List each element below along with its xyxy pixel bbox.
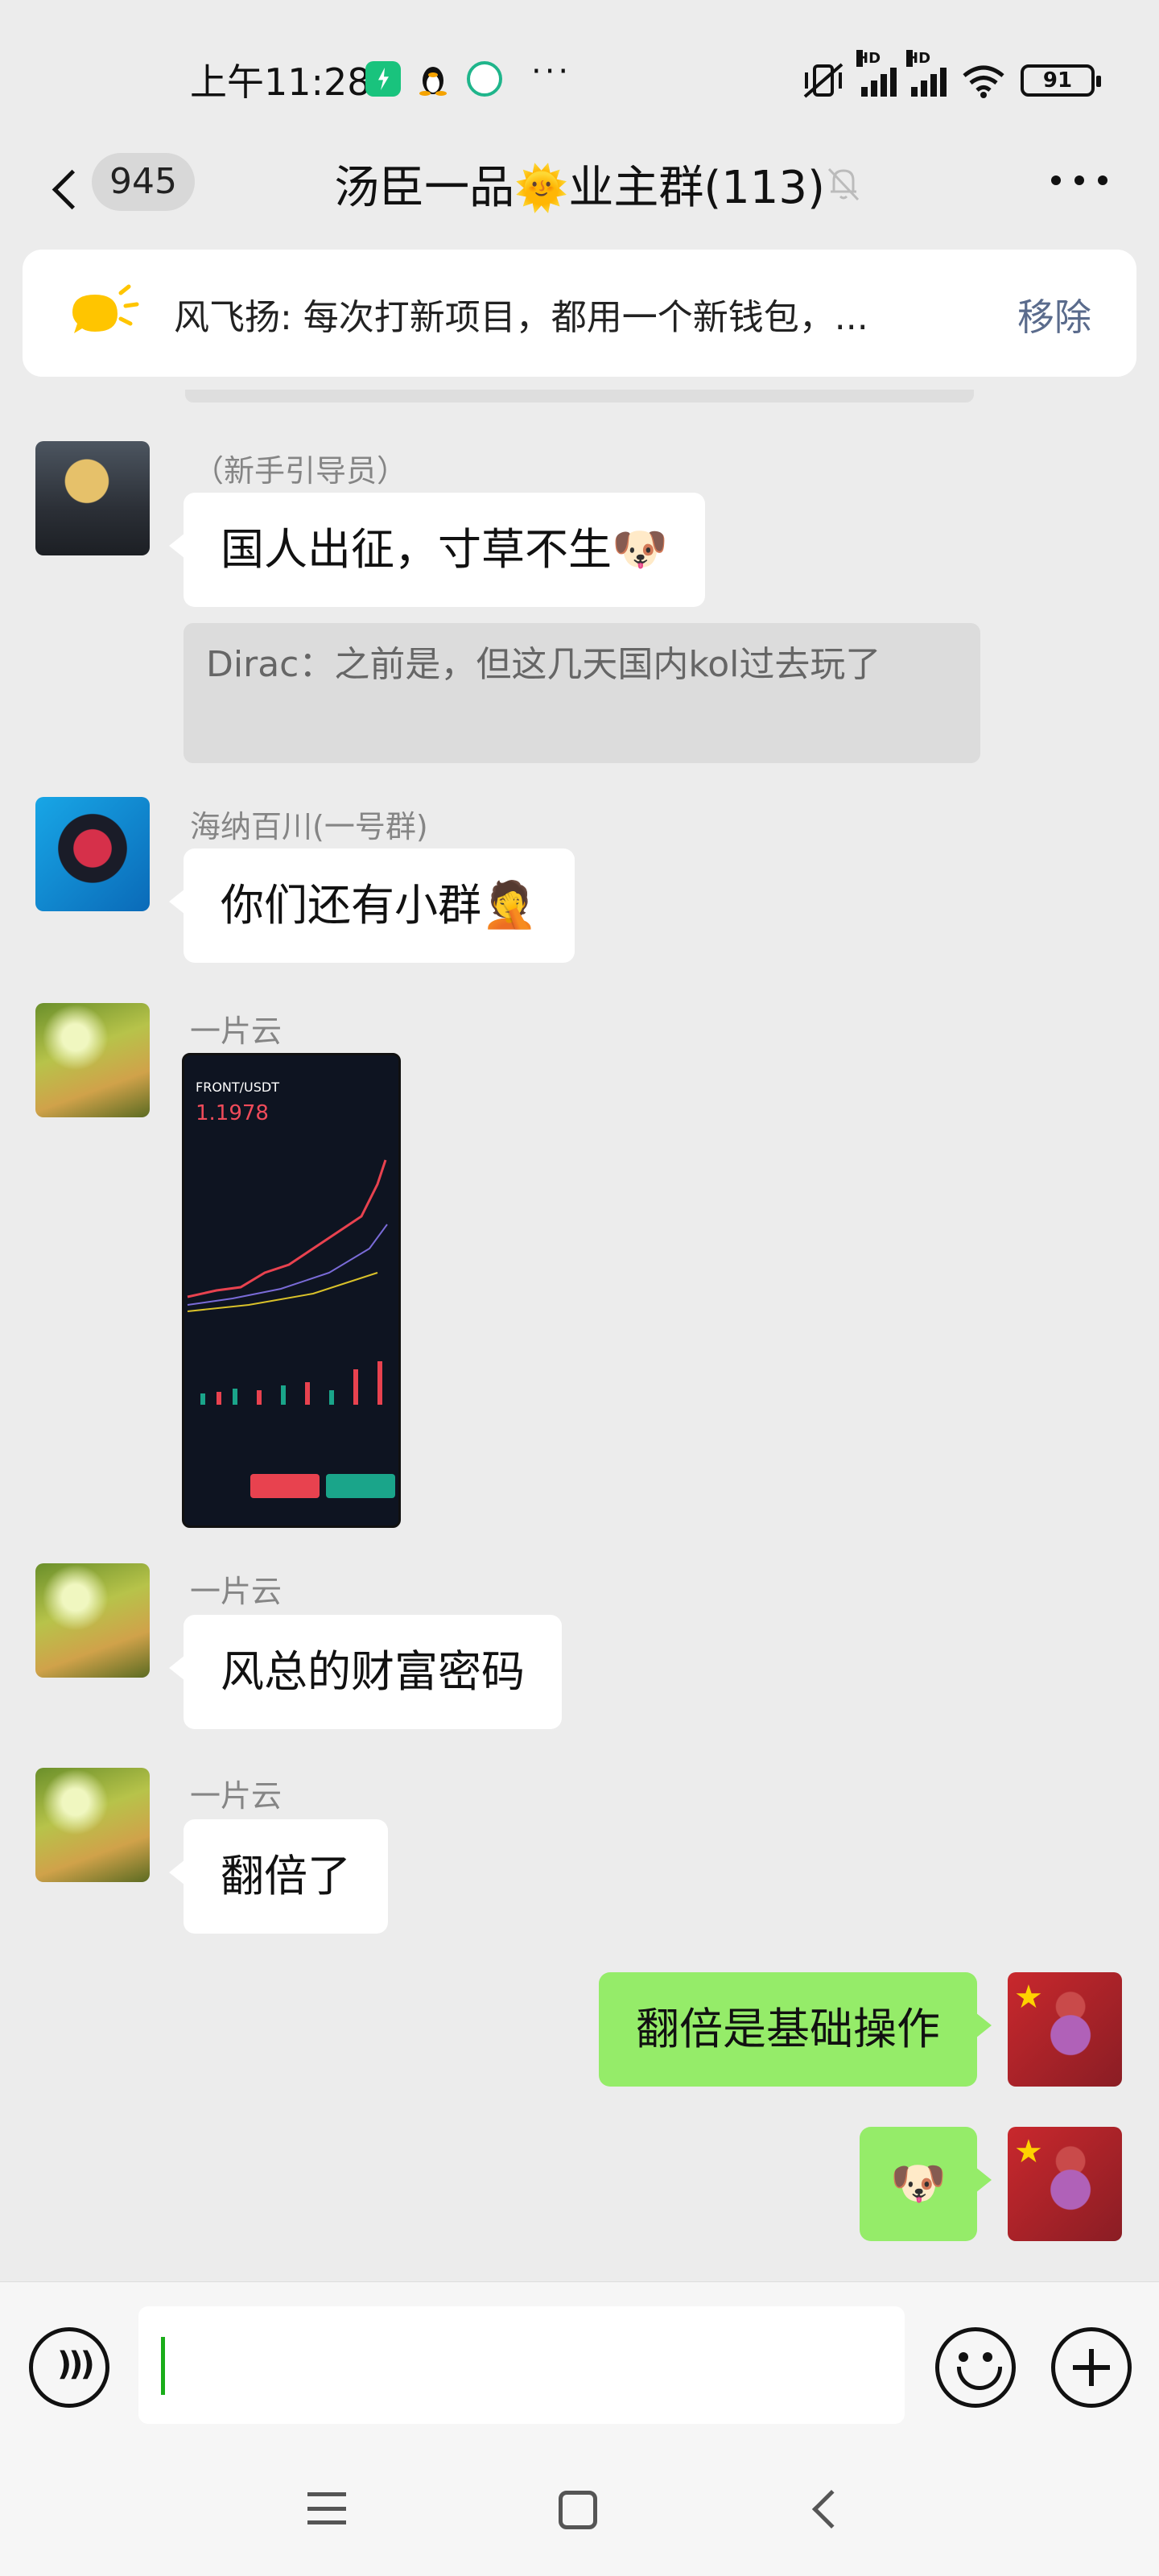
avatar[interactable]	[35, 441, 150, 555]
pinned-notice[interactable]: 风飞扬: 每次打新项目，都用一个新钱包，... 移除	[23, 250, 1136, 377]
status-indicators: HD HD 91	[800, 50, 1101, 105]
avatar[interactable]	[35, 1003, 150, 1117]
self-avatar[interactable]	[1008, 2127, 1122, 2241]
message-text: 风总的财富密码	[221, 1646, 525, 1697]
sync-app-icon	[467, 61, 502, 97]
qq-penguin-icon	[415, 61, 451, 97]
sender-name: （新手引导员）	[193, 453, 408, 489]
chat-title-suffix: 业主群(113)	[568, 162, 825, 214]
recent-apps-icon[interactable]	[307, 2492, 346, 2524]
message-text: 翻倍是基础操作	[636, 2004, 940, 2054]
message-bubble[interactable]: 风总的财富密码	[169, 1615, 562, 1729]
security-app-icon	[365, 61, 401, 97]
battery-icon: 91	[1021, 64, 1101, 97]
message-bubble[interactable]: 你们还有小群🤦	[169, 848, 575, 963]
system-nav-bar	[0, 2442, 1159, 2576]
doge-emoji-icon: 🐶	[890, 2157, 947, 2210]
avatar[interactable]	[35, 1563, 150, 1678]
sender-name: 一片云	[190, 1574, 283, 1609]
quoted-message[interactable]: Dirac：之前是，但这几天国内kol过去玩了	[184, 623, 980, 763]
mute-bell-icon	[827, 167, 860, 201]
image-price-label: 1.1978	[196, 1101, 269, 1125]
signal-icon-2: HD	[906, 50, 947, 97]
image-trade-buttons	[250, 1474, 395, 1498]
sun-emoji-icon: 🌞	[514, 163, 569, 213]
hd-label: HD	[906, 50, 931, 67]
home-icon[interactable]	[559, 2491, 597, 2529]
announcement-icon	[72, 284, 139, 333]
self-avatar[interactable]	[1008, 1972, 1122, 2087]
image-message-trading-chart[interactable]: FRONT/USDT 1.1978	[182, 1053, 401, 1528]
image-pair-label: FRONT/USDT	[196, 1080, 280, 1095]
chat-title-prefix: 汤臣一品	[334, 162, 515, 214]
pinned-edge-divider	[185, 390, 974, 402]
message-text: 国人出征，寸草不生	[221, 524, 612, 575]
message-bubble[interactable]: 翻倍了	[169, 1819, 388, 1934]
candlestick-thumbnail	[187, 1159, 388, 1405]
remove-pinned-button[interactable]: 移除	[1017, 288, 1091, 341]
chat-header: 945 汤臣一品🌞业主群(113)	[0, 137, 1159, 242]
chat-title: 汤臣一品🌞业主群(113)	[0, 151, 1159, 217]
nav-back-icon[interactable]	[811, 2489, 852, 2529]
doge-emoji-icon: 🐶	[612, 523, 668, 576]
plus-icon[interactable]	[1051, 2327, 1132, 2408]
avatar[interactable]	[35, 1768, 150, 1882]
more-options-button[interactable]	[1051, 164, 1107, 196]
message-bubble-self[interactable]: 🐶	[860, 2127, 992, 2241]
hd-label: HD	[856, 50, 881, 67]
message-text: 翻倍了	[221, 1851, 351, 1901]
facepalm-emoji-icon: 🤦	[481, 879, 538, 931]
wifi-icon	[963, 65, 1004, 98]
message-input[interactable]	[138, 2306, 905, 2424]
battery-level: 91	[1042, 68, 1073, 93]
pinned-notice-text: 风飞扬: 每次打新项目，都用一个新钱包，...	[174, 297, 868, 338]
sender-name: 海纳百川(一号群)	[190, 809, 428, 844]
status-bar: 上午11:28 ··· HD HD 91	[0, 0, 1159, 153]
avatar[interactable]	[35, 797, 150, 911]
emoji-icon[interactable]	[935, 2327, 1016, 2408]
sender-name: 一片云	[190, 1778, 283, 1814]
image-status-strip	[184, 1055, 398, 1080]
message-bubble[interactable]: 国人出征，寸草不生🐶	[169, 493, 705, 607]
signal-icon-1: HD	[856, 50, 897, 97]
text-caret	[161, 2337, 165, 2395]
message-bubble-self[interactable]: 翻倍是基础操作	[599, 1972, 992, 2087]
sender-name: 一片云	[190, 1013, 283, 1049]
more-notifications-icon: ···	[531, 53, 572, 90]
status-time: 上午11:28	[190, 60, 371, 104]
vibrate-mute-icon	[803, 63, 843, 98]
input-bar	[0, 2281, 1159, 2442]
message-text: 你们还有小群	[221, 880, 481, 931]
voice-icon[interactable]	[29, 2327, 109, 2408]
